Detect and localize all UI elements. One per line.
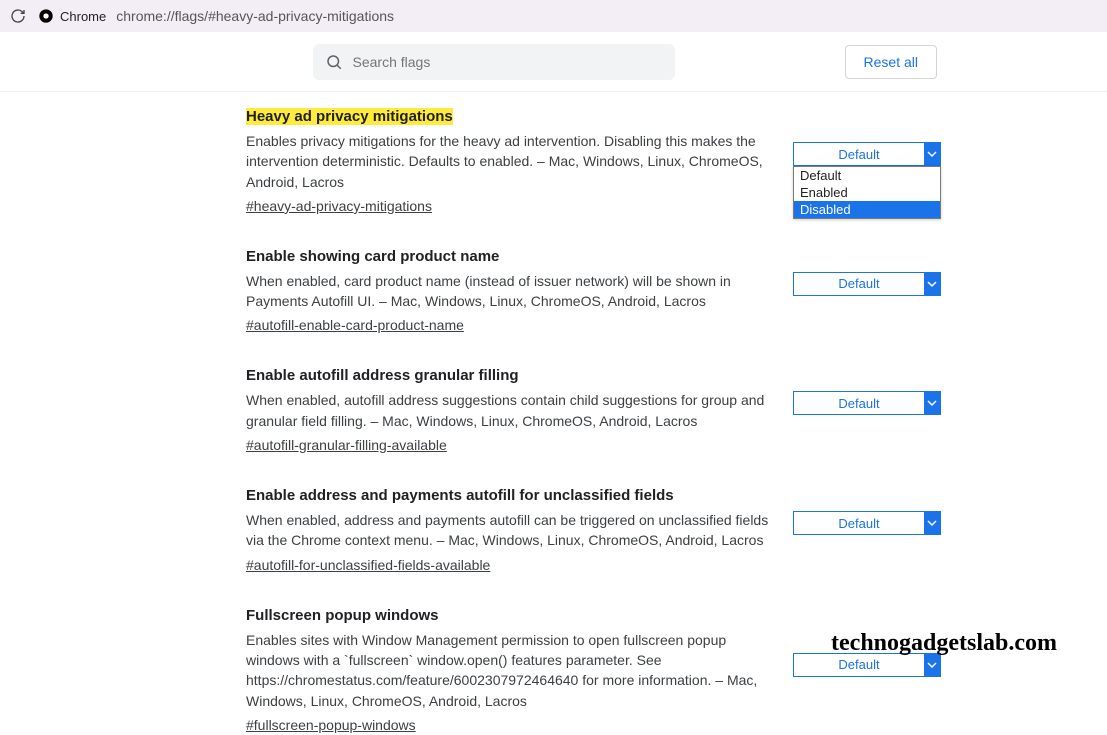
flag-title: Heavy ad privacy mitigations [246, 108, 453, 125]
chevron-down-icon [924, 392, 940, 414]
flag-item: Enable address and payments autofill for… [246, 487, 946, 575]
topbar: Reset all [0, 32, 1107, 92]
chrome-icon [38, 8, 54, 24]
reload-icon[interactable] [8, 8, 28, 24]
page-url[interactable]: chrome://flags/#heavy-ad-privacy-mitigat… [116, 8, 394, 24]
watermark: technogadgetslab.com [831, 630, 1057, 657]
flag-description: Enables sites with Window Management per… [246, 630, 776, 711]
chevron-down-icon [924, 512, 940, 534]
browser-url-bar: Chrome chrome://flags/#heavy-ad-privacy-… [0, 0, 1107, 32]
reset-all-button[interactable]: Reset all [845, 45, 937, 79]
flag-tag-link[interactable]: #autofill-for-unclassified-fields-availa… [246, 557, 490, 573]
flag-item: Fullscreen popup windows Enables sites wi… [246, 607, 946, 735]
flag-description: When enabled, autofill address suggestio… [246, 390, 776, 431]
flag-select[interactable]: Default [793, 511, 941, 535]
flag-tag-link[interactable]: #heavy-ad-privacy-mitigations [246, 198, 432, 214]
flag-select-option[interactable]: Disabled [794, 201, 940, 218]
flag-tag-link[interactable]: #autofill-granular-filling-available [246, 437, 447, 453]
flag-description: Enables privacy mitigations for the heav… [246, 131, 776, 192]
chevron-down-icon [924, 273, 940, 295]
flag-description: When enabled, address and payments autof… [246, 510, 776, 551]
search-box[interactable] [313, 44, 675, 80]
flag-item: Enable autofill address granular filling… [246, 367, 946, 455]
flag-select[interactable]: Default [793, 272, 941, 296]
flag-tag-link[interactable]: #fullscreen-popup-windows [246, 717, 416, 733]
flag-select-value: Default [794, 276, 924, 291]
chrome-label: Chrome [60, 9, 106, 24]
flag-description: When enabled, card product name (instead… [246, 271, 776, 312]
flag-item: Enable showing card product name When ena… [246, 248, 946, 336]
flag-select-value: Default [794, 657, 924, 672]
search-input[interactable] [353, 54, 663, 70]
flag-title: Enable showing card product name [246, 248, 499, 265]
flag-title: Fullscreen popup windows [246, 607, 439, 624]
flag-title: Enable address and payments autofill for… [246, 487, 674, 504]
search-icon [325, 53, 343, 71]
flag-tag-link[interactable]: #autofill-enable-card-product-name [246, 317, 464, 333]
flag-item: Heavy ad privacy mitigations Enables priv… [246, 108, 946, 216]
flag-select-options[interactable]: DefaultEnabledDisabled [793, 166, 941, 219]
chrome-chip: Chrome [38, 8, 106, 24]
flag-select-value: Default [794, 147, 924, 162]
flag-select-value: Default [794, 516, 924, 531]
flag-title: Enable autofill address granular filling [246, 367, 519, 384]
chevron-down-icon [924, 143, 940, 165]
flag-select-value: Default [794, 396, 924, 411]
flag-select[interactable]: Default [793, 142, 941, 166]
flag-select[interactable]: Default [793, 391, 941, 415]
flag-select-option[interactable]: Enabled [794, 184, 940, 201]
flag-select-option[interactable]: Default [794, 167, 940, 184]
